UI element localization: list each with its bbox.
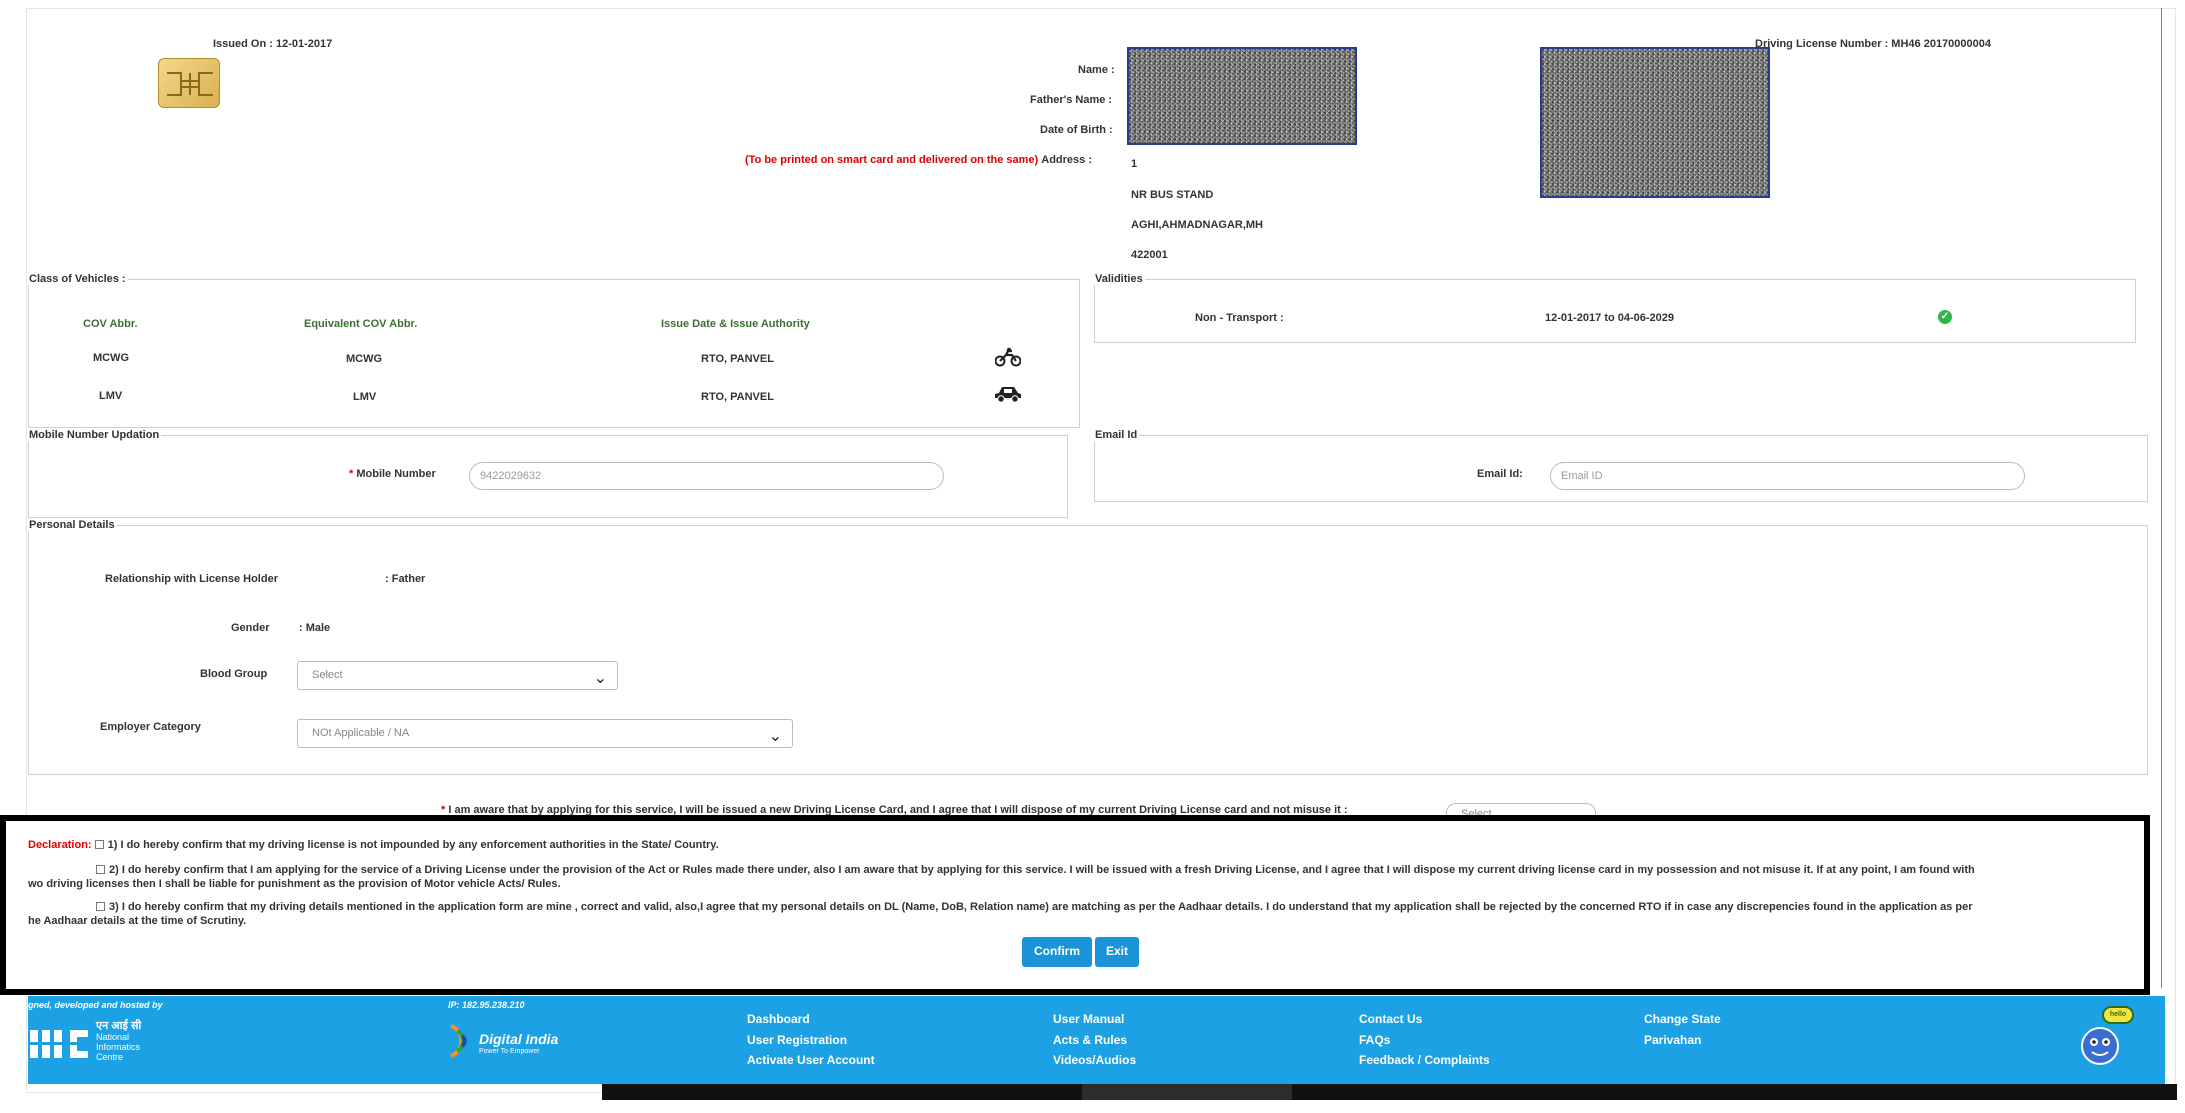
cov-row-abbr: MCWG [93,352,130,364]
check-circle-icon: ✓ [1938,310,1952,324]
email-input[interactable]: Email ID [1550,462,2025,490]
cov-row-equiv: LMV [353,391,377,403]
nic-logo [30,1024,90,1064]
taskbar-strip [602,1084,2177,1100]
validities-legend: Validities [1095,273,1143,285]
declaration-checkbox-3[interactable] [96,902,105,911]
cov-row-abbr: LMV [99,390,123,402]
address-line-1: 1 [1131,158,1138,170]
footer-link-faqs[interactable]: FAQs [1359,1033,1390,1047]
declaration-checkbox-1[interactable] [94,840,104,849]
print-note: (To be printed on smart card and deliver… [745,154,1039,166]
cov-header-equiv: Equivalent COV Abbr. [304,318,418,330]
footer-ip: IP: 182.95.238.210 [448,1000,525,1010]
gender-label: Gender [231,622,270,634]
father-name-label: Father's Name : [1030,94,1113,106]
validities-section: Validities [1094,273,2136,343]
car-icon [995,387,1021,403]
footer-link-activate-account[interactable]: Activate User Account [747,1053,875,1067]
digital-india-tagline: Power To Empower [479,1048,540,1055]
footer-link-user-manual[interactable]: User Manual [1053,1012,1124,1026]
footer-link-parivahan[interactable]: Parivahan [1644,1033,1701,1047]
footer-credit: gned, developed and hosted by [28,1000,163,1010]
blood-group-label: Blood Group [200,668,268,680]
declaration-item-2: 2) I do hereby confirm that I am applyin… [109,864,1975,876]
employer-category-label: Employer Category [100,721,201,733]
redacted-photo [1540,47,1770,198]
validity-range: 12-01-2017 to 04-06-2029 [1545,312,1675,324]
required-marker: * [349,468,354,480]
footer-link-acts-rules[interactable]: Acts & Rules [1053,1033,1127,1047]
email-legend: Email Id [1095,429,1138,441]
mobile-label: Mobile Number [356,468,436,480]
cov-row-authority: RTO, PANVEL [701,391,774,403]
employer-category-value: NOt Applicable / NA [312,727,410,739]
declaration-item-3: 3) I do hereby confirm that my driving d… [109,901,1973,913]
declaration-item-3-cont: he Aadhaar details at the time of Scruti… [28,915,247,927]
declaration-checkbox-2[interactable] [96,865,105,874]
address-line-3: AGHI,AHMADNAGAR,MH [1131,219,1263,231]
confirm-button[interactable]: Confirm [1022,937,1092,967]
cov-header-authority: Issue Date & Issue Authority [661,318,810,330]
dl-number: Driving License Number : MH46 2017000000… [1755,38,1992,50]
footer-link-dashboard[interactable]: Dashboard [747,1012,810,1026]
nic-line: National [96,1032,130,1042]
exit-button[interactable]: Exit [1095,937,1139,967]
chevron-down-icon: ⌄ [593,670,607,687]
cov-header-abbr: COV Abbr. [83,318,138,330]
cov-section: Class of Vehicles : [28,273,1080,428]
cov-legend: Class of Vehicles : [29,273,126,285]
personal-legend: Personal Details [29,519,115,531]
digital-india-text: Digital India [479,1031,559,1047]
motorcycle-icon [995,347,1021,367]
cov-row-equiv: MCWG [346,353,383,365]
footer-link-change-state[interactable]: Change State [1644,1012,1721,1026]
footer-link-contact-us[interactable]: Contact Us [1359,1012,1422,1026]
employer-category-select[interactable]: NOt Applicable / NA ⌄ [297,719,793,748]
mobile-number-input[interactable]: 9422029632 [469,462,944,490]
address-line-2: NR BUS STAND [1131,189,1214,201]
gender-value: : Male [299,622,331,634]
footer-link-user-registration[interactable]: User Registration [747,1033,847,1047]
relationship-label: Relationship with License Holder [105,573,278,585]
dob-label: Date of Birth : [1040,124,1113,136]
nic-line: Centre [96,1052,124,1062]
nic-line: Informatics [96,1042,141,1052]
name-label: Name : [1078,64,1115,76]
footer-link-feedback[interactable]: Feedback / Complaints [1359,1053,1490,1067]
nic-hindi: एन आई सी [96,1020,142,1032]
mobile-legend: Mobile Number Updation [29,429,160,441]
digital-india-logo-icon [443,1022,479,1060]
smart-chip-icon [158,58,220,108]
relationship-value: : Father [385,573,426,585]
address-label: Address : [1041,154,1092,166]
declaration-item-2-cont: wo driving licenses then I shall be liab… [28,878,561,890]
address-line-4: 422001 [1131,249,1168,261]
blood-group-select[interactable]: Select ⌄ [297,661,618,690]
declaration-label: Declaration: [28,839,92,851]
right-border [2161,8,2177,988]
chatbot-icon[interactable]: hello [2078,1006,2138,1070]
issued-on: Issued On : 12-01-2017 [213,38,333,50]
declaration-item-1: 1) I do hereby confirm that my driving l… [107,839,719,851]
blood-group-value: Select [312,669,343,681]
validity-type: Non - Transport : [1195,312,1284,324]
redacted-personal-info [1127,47,1357,145]
cov-row-authority: RTO, PANVEL [701,353,774,365]
footer-link-videos-audios[interactable]: Videos/Audios [1053,1053,1136,1067]
footer: gned, developed and hosted by IP: 182.95… [28,996,2165,1084]
email-label: Email Id: [1477,468,1523,480]
chevron-down-icon: ⌄ [768,728,782,745]
